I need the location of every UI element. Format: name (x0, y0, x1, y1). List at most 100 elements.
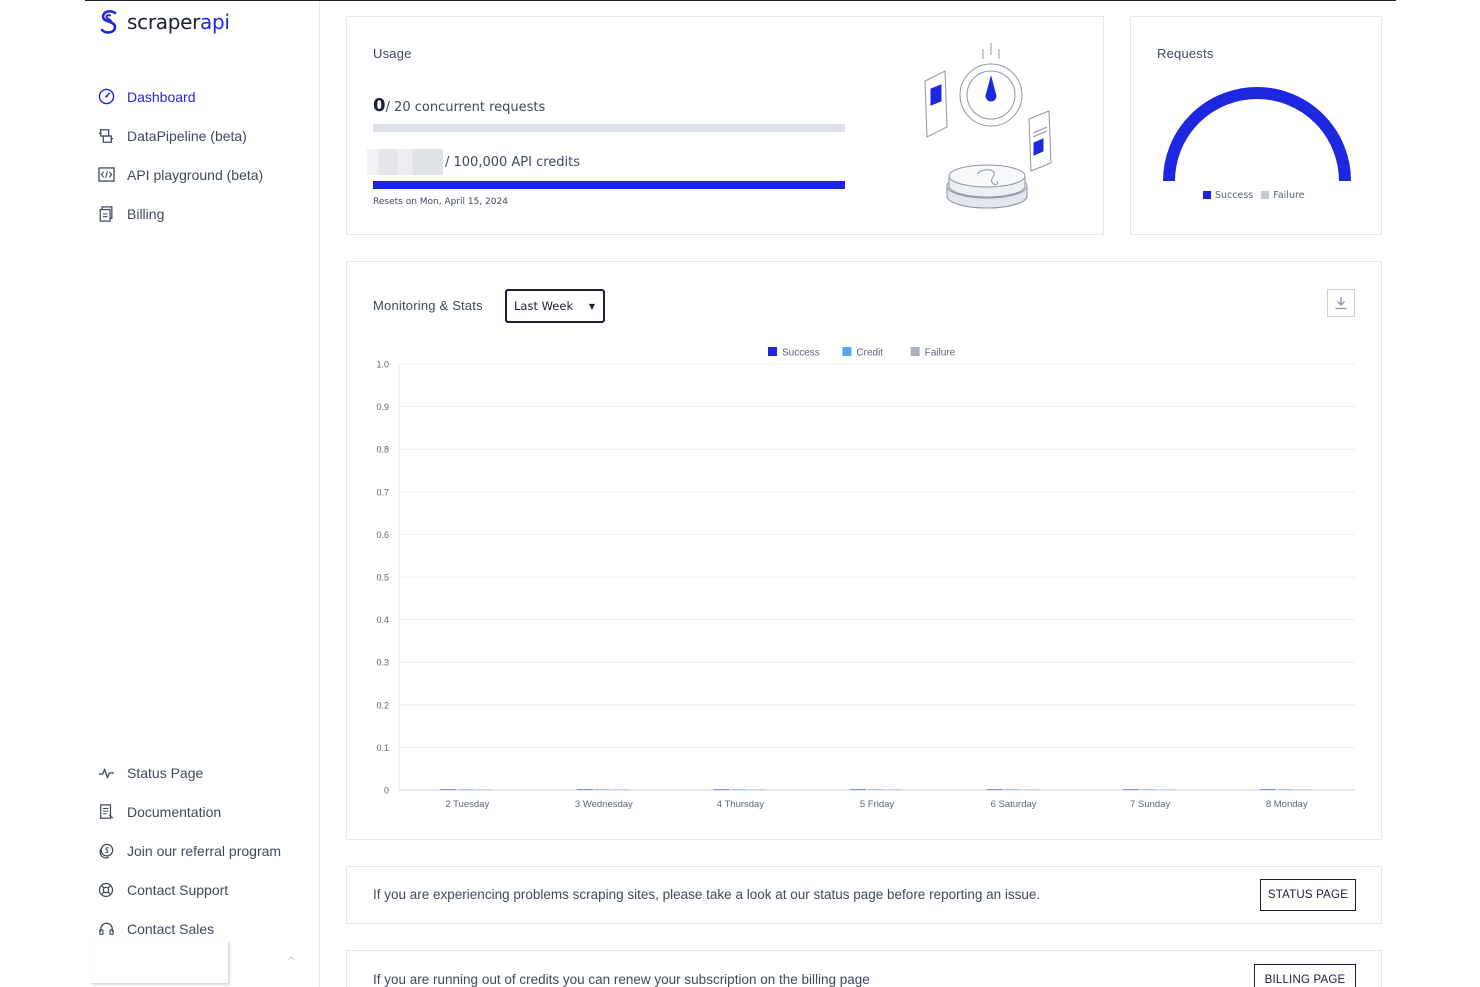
sidebar-item-api-playground[interactable]: API playground (beta) (97, 155, 317, 194)
api-credits-label: / 100,000 API credits (445, 154, 581, 170)
sidebar-item-datapipeline[interactable]: DataPipeline (beta) (97, 116, 317, 155)
legend-label-failure: Failure (1273, 190, 1305, 201)
api-credits-used-redacted (367, 149, 443, 175)
y-tick-label: 0.5 (376, 573, 389, 583)
x-tick-label: 8 Monday (1266, 799, 1308, 810)
bar-failure (1159, 789, 1176, 790)
sidebar-item-label: Documentation (127, 803, 222, 820)
referral-coin-icon (97, 842, 115, 860)
legend-label-success: Success (1215, 190, 1254, 201)
y-tick-label: 0.8 (376, 445, 389, 455)
bar-success (1259, 789, 1276, 790)
headset-icon (97, 920, 115, 938)
usage-illustration (924, 43, 1052, 209)
x-tick-label: 3 Wednesday (575, 799, 633, 810)
code-playground-icon (97, 166, 115, 184)
y-tick-label: 0.1 (376, 743, 389, 753)
sidebar-item-label: Contact Support (127, 881, 229, 898)
concurrent-requests-value: 0 (373, 95, 386, 116)
requests-card: Requests Success Failure (1130, 16, 1382, 235)
concurrent-requests-label: / 20 concurrent requests (385, 100, 546, 115)
legend-label-credit: Credit (856, 348, 883, 359)
requests-gauge-success-arc (1163, 87, 1351, 182)
sidebar-item-billing[interactable]: Billing (97, 194, 317, 233)
y-tick-label: 0.3 (376, 658, 389, 668)
bar-credit (868, 789, 884, 790)
billing-page-button[interactable]: BILLING PAGE (1254, 964, 1356, 987)
y-tick-label: 0.9 (376, 402, 389, 412)
bar-success (1123, 789, 1140, 790)
y-tick-label: 0.7 (376, 487, 389, 497)
api-credits-bar (373, 181, 845, 189)
bar-credit (594, 789, 611, 790)
sidebar: scraperapi Dashboard DataPipeline (beta)… (85, 1, 320, 987)
billing-notice-text: If you are running out of credits you ca… (373, 972, 870, 987)
y-tick-label: 0.4 (376, 615, 389, 625)
status-page-button[interactable]: STATUS PAGE (1260, 879, 1356, 911)
sidebar-item-documentation[interactable]: Documentation (97, 792, 317, 831)
billing-document-icon (97, 205, 115, 223)
bar-success (850, 789, 866, 790)
scraperapi-logo-icon (100, 10, 117, 34)
usage-title: Usage (373, 46, 412, 61)
sidebar-item-referral[interactable]: Join our referral program (97, 831, 317, 870)
sidebar-item-dashboard[interactable]: Dashboard (97, 77, 317, 116)
logo[interactable]: scraperapi (97, 9, 230, 35)
status-notice-text: If you are experiencing problems scrapin… (373, 887, 1041, 902)
sidebar-item-label: API playground (beta) (127, 166, 264, 183)
requests-gauge (1163, 87, 1351, 182)
lifebuoy-icon (97, 881, 115, 899)
bar-success (986, 789, 1003, 790)
bar-failure (749, 789, 766, 790)
legend-swatch-success (1203, 191, 1211, 199)
x-tick-label: 5 Friday (860, 799, 895, 810)
legend-swatch-failure (910, 347, 920, 356)
billing-notice-card: If you are running out of credits you ca… (346, 950, 1382, 987)
pulse-icon (97, 764, 115, 782)
api-credits-bar-fill (373, 181, 845, 189)
usage-card: Usage 0/ 20 concurrent requests / 100,00… (346, 16, 1104, 235)
bar-failure (886, 789, 902, 790)
sidebar-account-box[interactable] (91, 942, 229, 984)
bar-failure (1022, 789, 1039, 790)
sidebar-item-label: Contact Sales (127, 920, 215, 937)
api-credits-line: / 100,000 API credits (367, 149, 580, 175)
y-tick-label: 0.6 (376, 530, 389, 540)
legend-item-failure: Failure (1261, 190, 1305, 201)
dashboard-gauge-icon (97, 88, 115, 106)
bar-credit (1141, 789, 1158, 790)
monitoring-card: Monitoring & Stats Last Week ▼ Success Cr… (346, 261, 1382, 840)
sidebar-item-label: DataPipeline (beta) (127, 127, 247, 144)
x-tick-label: 2 Tuesday (445, 799, 489, 810)
concurrent-requests-bar (373, 124, 845, 132)
legend-item-success: Success (1203, 190, 1253, 201)
requests-title: Requests (1157, 46, 1214, 61)
requests-legend: Success Failure (1203, 190, 1305, 201)
datapipeline-icon (97, 127, 115, 145)
stats-chart: Success Credit Failure 0 0.1 0.2 0.3 0.4 0.5 0.6 0… (376, 347, 1355, 810)
logo-text-suffix: api (200, 10, 230, 34)
y-tick-label: 0.2 (376, 700, 389, 710)
sidebar-nav-main: Dashboard DataPipeline (beta) API playgr… (97, 77, 317, 233)
legend-swatch-credit (842, 347, 852, 356)
sidebar-collapse-chevron-icon[interactable]: ^ (287, 956, 295, 967)
credits-reset-date: Resets on Mon, April 15, 2024 (373, 197, 508, 207)
documentation-icon (97, 803, 115, 821)
bar-failure (476, 789, 493, 790)
x-tick-label: 6 Saturday (991, 799, 1037, 810)
bar-credit (1277, 789, 1294, 790)
sidebar-item-label: Join our referral program (127, 842, 282, 859)
legend-label-success: Success (782, 348, 820, 359)
x-tick-label: 7 Sunday (1130, 799, 1170, 810)
bar-failure (612, 789, 629, 790)
legend-swatch-success (768, 347, 777, 356)
y-tick-label: 1.0 (376, 360, 389, 370)
concurrent-requests-line: 0/ 20 concurrent requests (373, 95, 545, 116)
sidebar-item-contact-support[interactable]: Contact Support (97, 870, 317, 909)
sidebar-nav-secondary: Status Page Documentation Join our refer… (97, 753, 317, 948)
bar-success (713, 789, 730, 790)
bar-credit (1004, 789, 1021, 790)
sidebar-item-label: Billing (127, 205, 165, 222)
legend-label-failure: Failure (925, 348, 956, 359)
sidebar-item-status-page[interactable]: Status Page (97, 753, 317, 792)
